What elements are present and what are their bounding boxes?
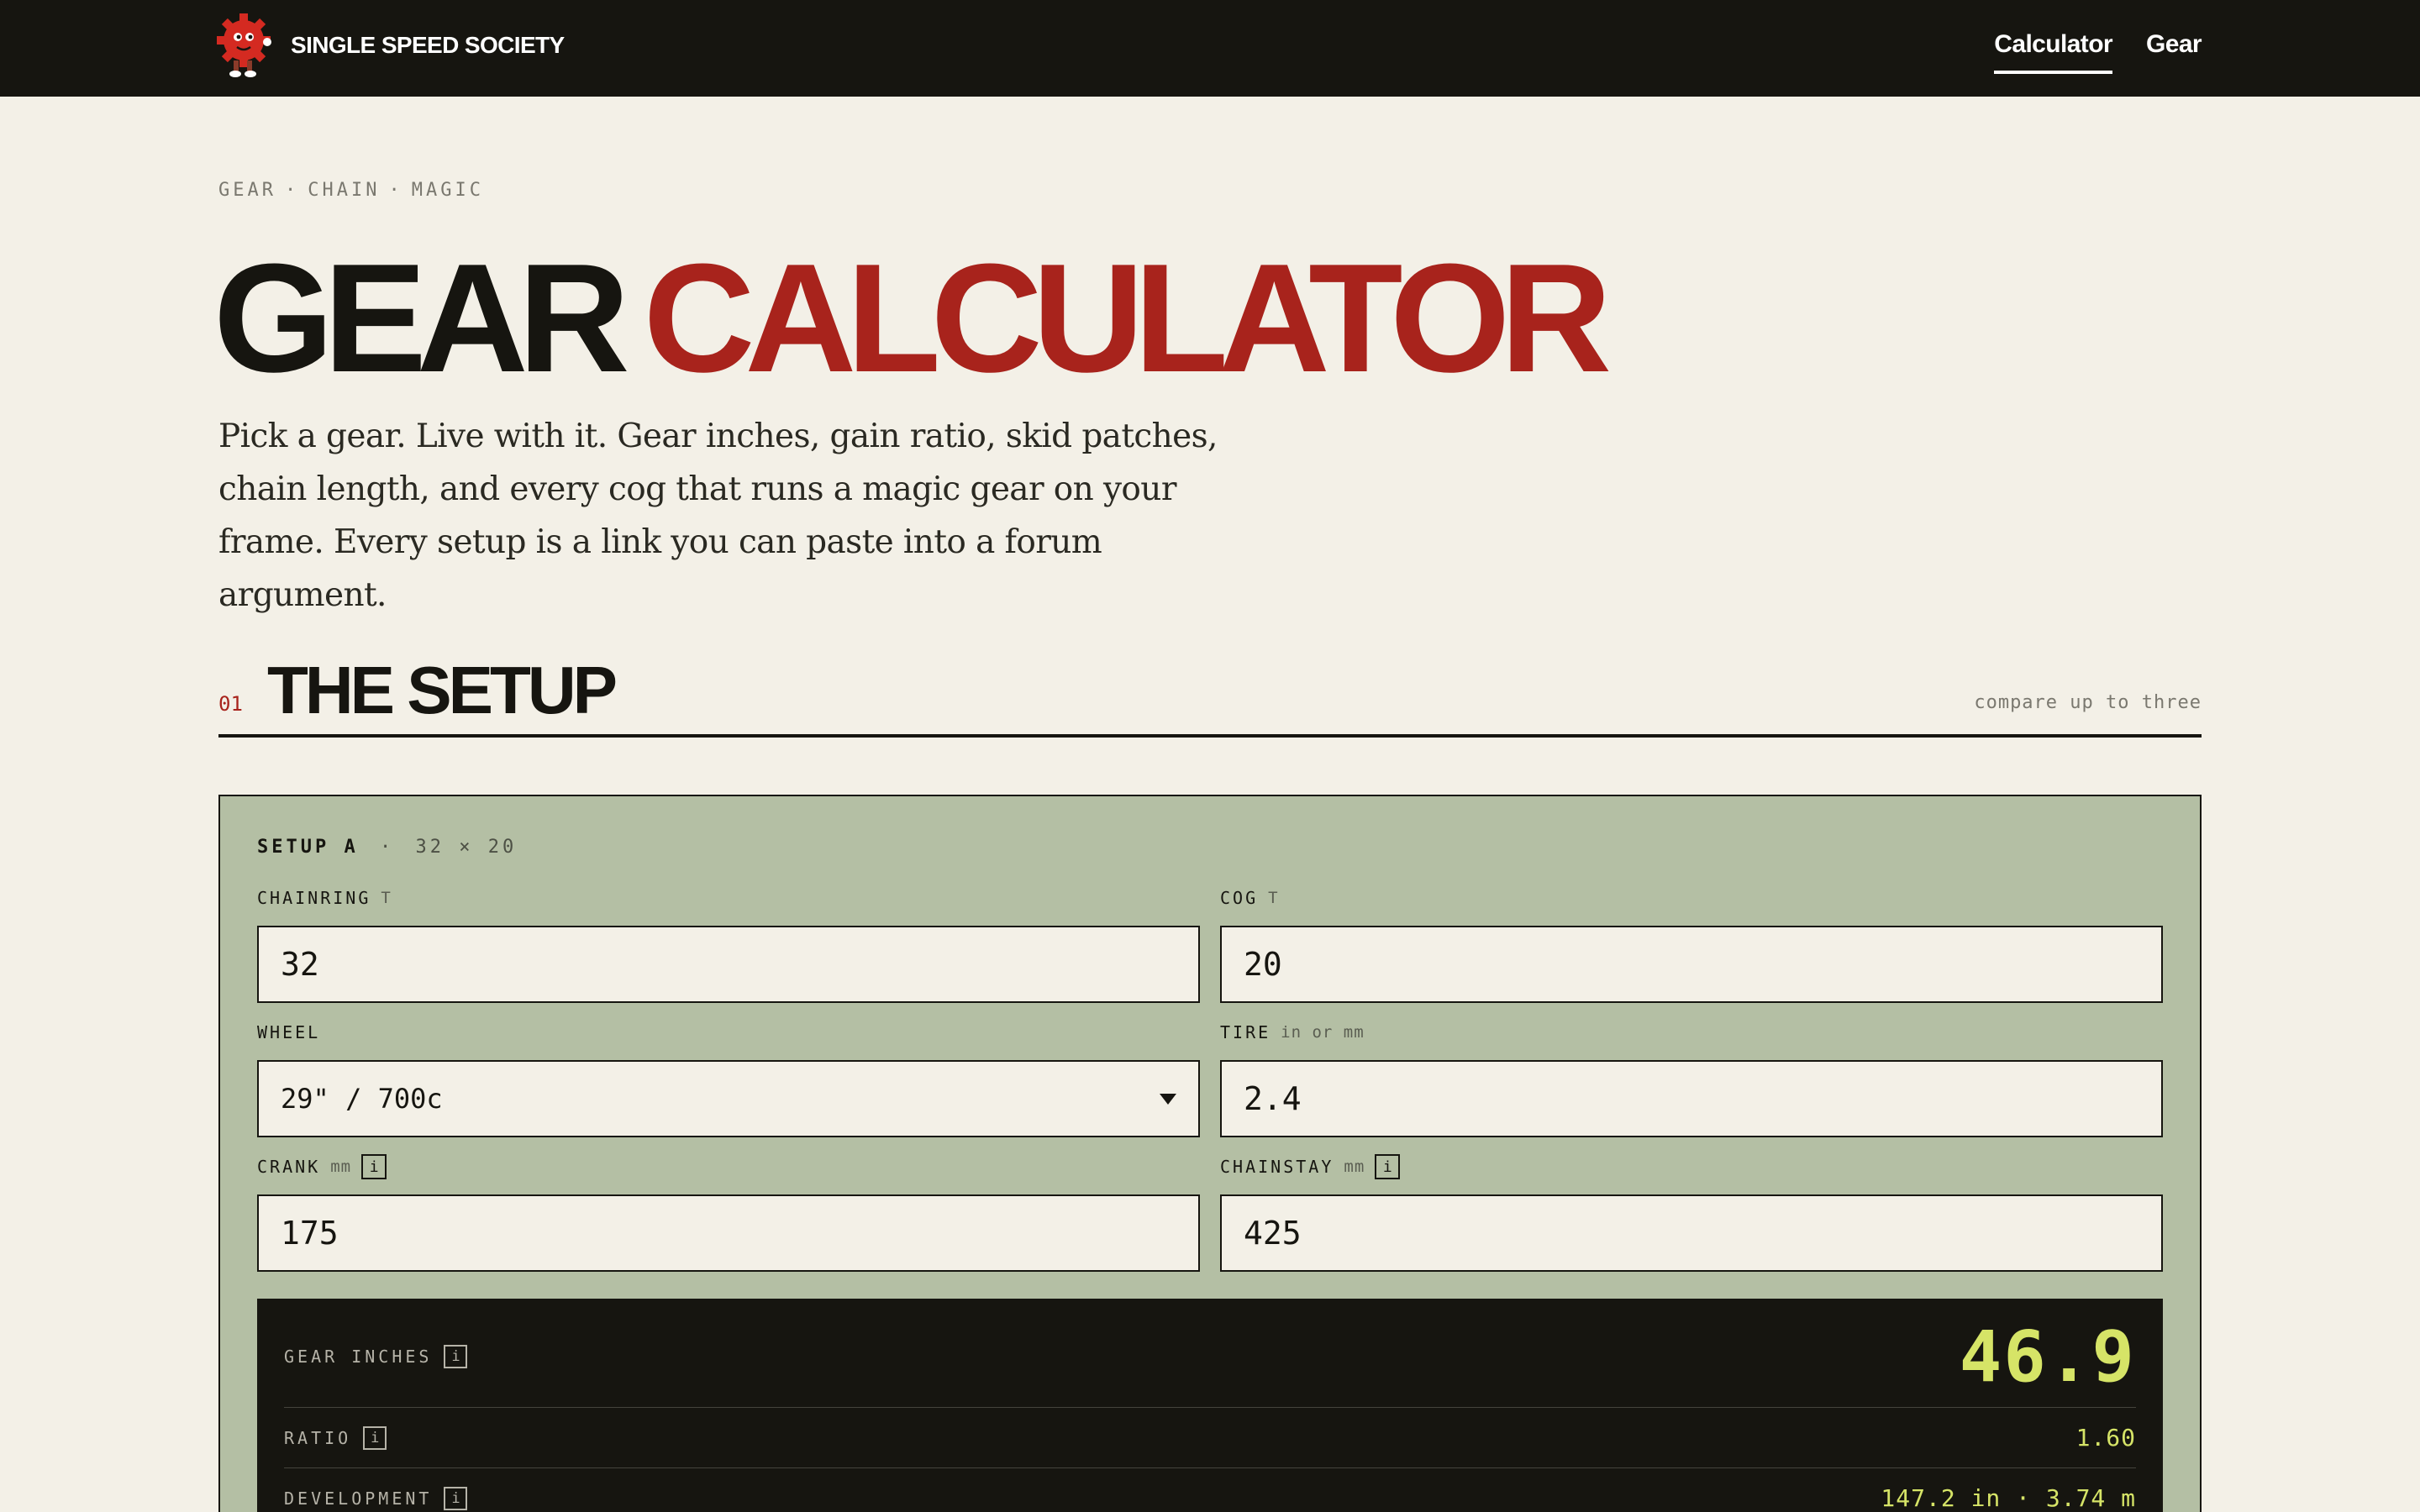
brand-home-link[interactable]: SINGLE SPEED SOCIETY [215,12,565,79]
cog-label-row: COG T [1220,884,2163,912]
crank-unit: mm [330,1158,352,1176]
chainstay-label-row: CHAINSTAY mm i [1220,1152,2163,1181]
wheel-selected-value: 29" / 700c [281,1083,443,1115]
chainstay-info-icon[interactable]: i [1375,1154,1401,1179]
eyebrow-word-chain: CHAIN [308,180,381,201]
nav-link-gear[interactable]: Gear [2146,30,2202,74]
gear-inches-label-row: GEAR INCHES i [284,1344,468,1368]
chainring-label: CHAINRING [257,888,371,908]
cog-label: COG [1220,888,1259,908]
chainring-unit: T [381,889,392,907]
crank-label: CRANK [257,1157,321,1177]
chainstay-field: CHAINSTAY mm i 425 [1220,1152,2163,1272]
tire-input[interactable]: 2.4 [1220,1060,2163,1137]
ratio-value: 1.60 [2075,1424,2136,1452]
development-label-row: DEVELOPMENT i [284,1486,468,1510]
tire-label: TIRE [1220,1022,1271,1042]
setup-header-separator: · [379,837,395,858]
development-label: DEVELOPMENT [284,1488,433,1509]
wheel-label-row: WHEEL [257,1018,1200,1047]
hero-description: Pick a gear. Live with it. Gear inches, … [218,417,1218,614]
crank-label-row: CRANK mm i [257,1152,1200,1181]
main-nav: Calculator Gear [1994,30,2202,74]
ratio-label-row: RATIO i [284,1425,387,1450]
tire-label-row: TIRE in or mm [1220,1018,2163,1047]
result-row-gear-inches: GEAR INCHES i 46.9 [284,1299,2136,1408]
crank-input[interactable]: 175 [257,1194,1200,1272]
wheel-label: WHEEL [257,1022,321,1042]
cog-input[interactable]: 20 [1220,926,2163,1003]
cog-field: COG T 20 [1220,884,2163,1003]
section-note: compare up to three [1974,692,2202,713]
cog-mascot-logo-icon [217,13,271,77]
tire-field: TIRE in or mm 2.4 [1220,1018,2163,1137]
setup-card-a: SETUP A · 32 × 20 CHAINRING T 32 COG T 2… [218,795,2202,1512]
chainring-field: CHAINRING T 32 [257,884,1200,1003]
section-title: THE SETUP [267,653,618,727]
nav-link-calculator[interactable]: Calculator [1994,30,2113,74]
chainstay-label: CHAINSTAY [1220,1157,1334,1177]
setup-card-header: SETUP A · 32 × 20 [257,837,517,858]
setup-name: SETUP A [257,837,359,858]
wheel-select[interactable]: 29" / 700c [257,1060,1200,1137]
chainstay-input[interactable]: 425 [1220,1194,2163,1272]
ratio-info-icon[interactable]: i [363,1425,387,1450]
result-row-development: DEVELOPMENT i 147.2 in · 3.74 m [284,1468,2136,1512]
caret-down-icon [1160,1093,1176,1105]
page-title-part-calculator: CALCULATOR [643,231,1612,404]
crank-info-icon[interactable]: i [361,1154,387,1179]
page-title-part-gear: GEAR [213,231,630,404]
section-number: 01 [218,692,243,716]
development-info-icon[interactable]: i [444,1486,468,1510]
gear-inches-label: GEAR INCHES [284,1346,433,1367]
section-header-setup: 01 THE SETUP compare up to three [218,647,2202,738]
tire-unit: in or mm [1281,1023,1365,1042]
crank-field: CRANK mm i 175 [257,1152,1200,1272]
brand-name: SINGLE SPEED SOCIETY [291,32,565,58]
hero-eyebrow: GEAR · CHAIN · MAGIC [218,180,484,201]
cog-unit: T [1268,889,1279,907]
eyebrow-separator: · [388,180,403,201]
chainring-label-row: CHAINRING T [257,884,1200,912]
ratio-label: RATIO [284,1427,352,1448]
eyebrow-separator: · [284,180,300,201]
gear-inches-value: 46.9 [1959,1315,2136,1398]
eyebrow-word-gear: GEAR [218,180,276,201]
chainstay-unit: mm [1344,1158,1365,1176]
result-row-ratio: RATIO i 1.60 [284,1408,2136,1468]
top-nav-bar: SINGLE SPEED SOCIETY Calculator Gear [0,0,2420,97]
chainring-input[interactable]: 32 [257,926,1200,1003]
results-panel: GEAR INCHES i 46.9 RATIO i 1.60 DEVELOPM… [257,1299,2163,1512]
development-value: 147.2 in · 3.74 m [1881,1484,2136,1512]
gear-inches-info-icon[interactable]: i [444,1344,468,1368]
eyebrow-word-magic: MAGIC [411,180,484,201]
setup-combo: 32 × 20 [415,837,518,858]
wheel-field: WHEEL 29" / 700c [257,1018,1200,1137]
page-title: GEAR CALCULATOR [213,231,1612,404]
